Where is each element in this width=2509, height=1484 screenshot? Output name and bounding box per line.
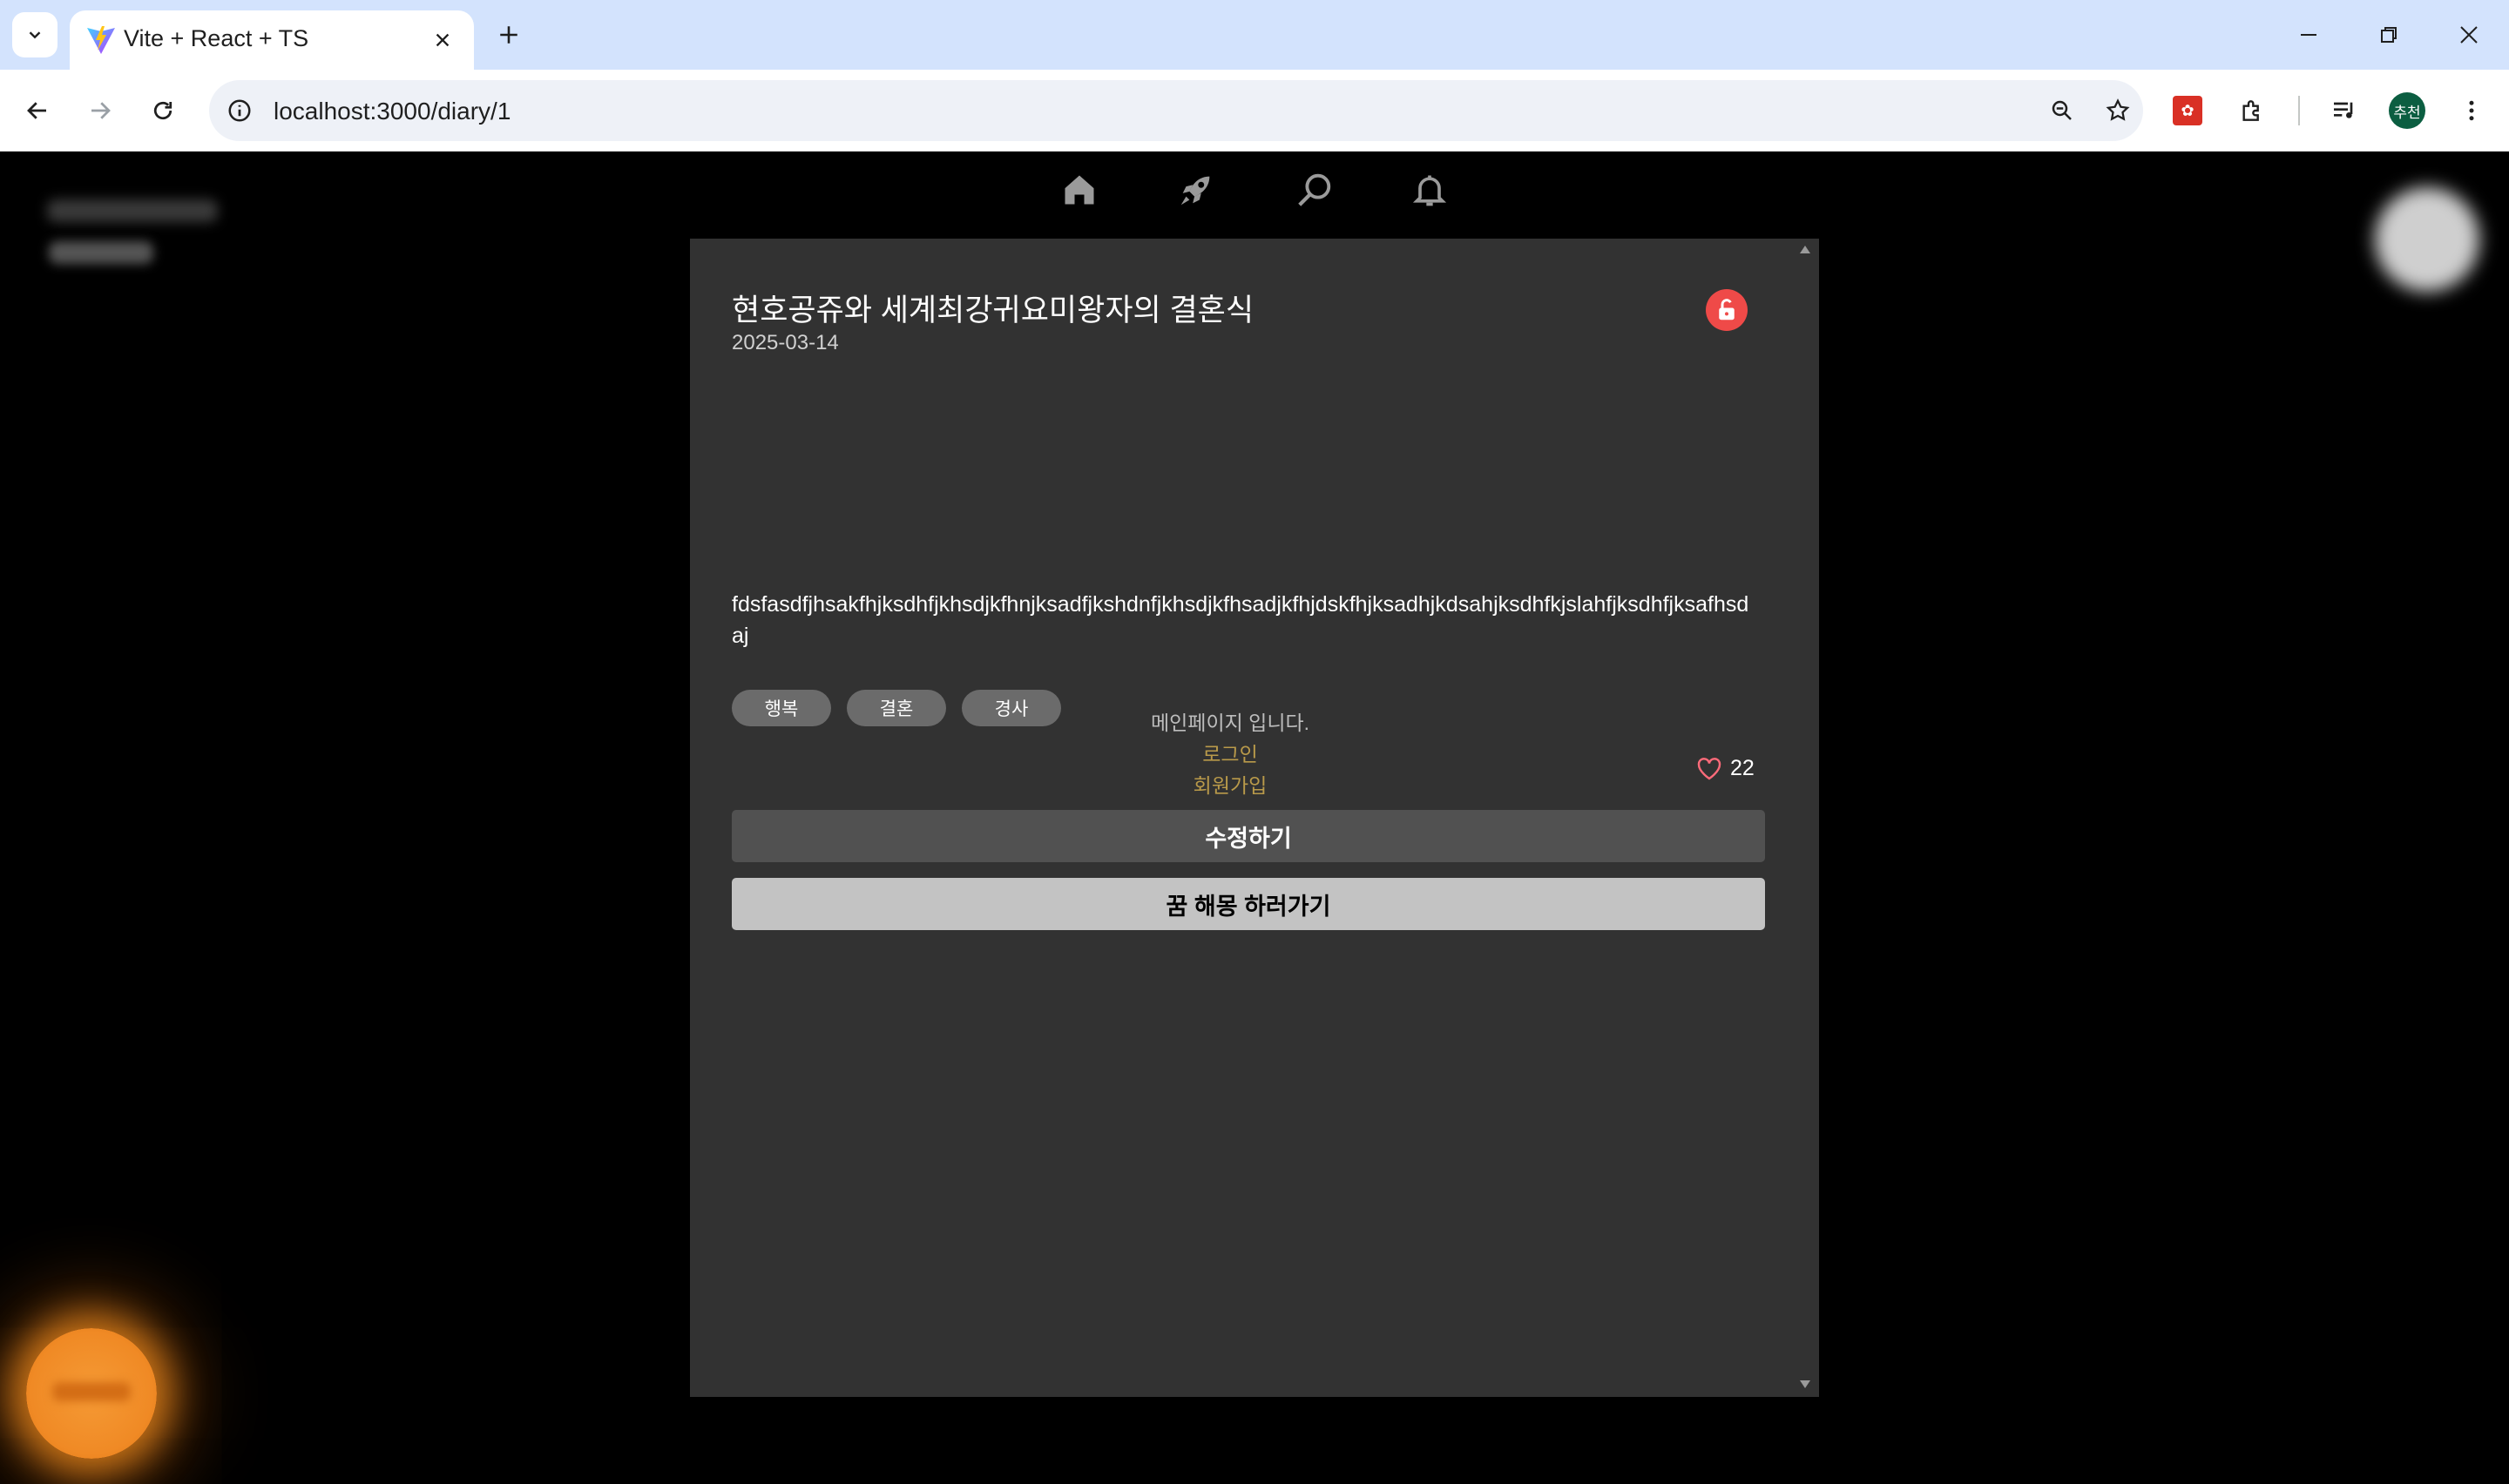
lock-toggle-button[interactable] (1706, 289, 1748, 331)
extensions-puzzle-icon[interactable] (2232, 91, 2272, 131)
menu-intro-text: 메인페이지 입니다. (1150, 712, 1310, 734)
orb-label (52, 1382, 131, 1401)
glowing-orb-button[interactable] (26, 1328, 157, 1459)
more-vertical-icon (2469, 100, 2474, 121)
extension-icon[interactable]: ✿ (2167, 91, 2208, 131)
unlock-icon (1719, 299, 1735, 320)
scroll-up-arrow-icon[interactable] (1798, 244, 1812, 256)
rocket-icon[interactable] (1174, 168, 1218, 212)
vite-logo-icon (87, 26, 115, 54)
new-tab-button[interactable] (490, 16, 528, 54)
edit-button[interactable]: 수정하기 (732, 810, 1765, 862)
profile-avatar[interactable]: 추천 (2387, 91, 2427, 131)
blurred-avatar[interactable] (2375, 187, 2479, 292)
profile-initials: 추천 (2389, 92, 2425, 129)
blurred-user-subtitle (49, 241, 153, 264)
site-info-icon[interactable] (221, 92, 258, 129)
minimize-button[interactable] (2291, 17, 2326, 52)
forward-button[interactable] (80, 91, 120, 131)
tag-list: 행복 결혼 경사 (732, 690, 1061, 726)
restore-icon (2381, 27, 2397, 43)
zoom-icon[interactable] (2044, 92, 2080, 129)
diary-title: 현호공쥬와 세계최강귀요미왕자의 결혼식 (732, 293, 1254, 327)
diary-content: fdsfasdfjhsakfhjksdhfjkhsdjkfhnjksadfjks… (732, 592, 1749, 648)
arrow-right-icon (91, 102, 111, 119)
like-button[interactable]: 22 (1695, 755, 1755, 781)
restore-button[interactable] (2371, 17, 2406, 52)
url-text[interactable]: localhost:3000/diary/1 (274, 98, 511, 125)
dream-interpretation-button[interactable]: 꿈 해몽 하러가기 (732, 878, 1765, 930)
blurred-user-name (47, 199, 218, 222)
tag-chip[interactable]: 결혼 (847, 690, 946, 726)
address-bar[interactable]: localhost:3000/diary/1 (209, 80, 2143, 141)
tag-chip[interactable]: 행복 (732, 690, 831, 726)
home-icon[interactable] (1058, 168, 1101, 212)
top-navigation (1044, 161, 1447, 219)
bookmark-star-icon[interactable] (2100, 92, 2136, 129)
close-icon (2460, 26, 2478, 44)
browser-tab-active[interactable]: Vite + React + TS (70, 10, 474, 70)
like-count: 22 (1730, 755, 1755, 780)
back-button[interactable] (17, 91, 57, 131)
background-menu: 메인페이지 입니다. 로그인 회원가입 (1126, 707, 1335, 801)
close-window-button[interactable] (2452, 17, 2486, 52)
toolbar-separator (2298, 96, 2300, 125)
heart-icon (1697, 758, 1721, 780)
chevron-down-icon (29, 31, 41, 39)
tab-search-button[interactable] (12, 12, 57, 57)
browser-toolbar: localhost:3000/diary/1 ✿ 추천 (0, 70, 2509, 152)
reload-button[interactable] (143, 91, 183, 131)
page-viewport: 현호공쥬와 세계최강귀요미왕자의 결혼식 2025-03-14 fdsfasdf… (0, 152, 2509, 1484)
browser-menu-button[interactable] (2452, 91, 2492, 131)
signup-link[interactable]: 회원가입 (1126, 770, 1335, 801)
media-control-icon[interactable] (2324, 91, 2364, 131)
login-link[interactable]: 로그인 (1126, 739, 1335, 770)
diary-detail-modal: 현호공쥬와 세계최강귀요미왕자의 결혼식 2025-03-14 fdsfasdf… (690, 239, 1819, 1397)
tag-chip[interactable]: 경사 (962, 690, 1061, 726)
close-icon (436, 33, 450, 47)
plus-icon (500, 26, 517, 44)
browser-tab-bar: Vite + React + TS (0, 0, 2509, 70)
search-icon[interactable] (1293, 168, 1336, 212)
reload-icon (153, 101, 172, 120)
tab-title: Vite + React + TS (124, 25, 309, 51)
scroll-down-arrow-icon[interactable] (1798, 1378, 1812, 1390)
extension-badge-icon: ✿ (2173, 96, 2202, 125)
minimize-icon (2301, 34, 2316, 36)
diary-date: 2025-03-14 (732, 331, 839, 354)
tab-close-button[interactable] (427, 24, 458, 56)
bell-icon[interactable] (1408, 168, 1451, 212)
arrow-left-icon (27, 102, 46, 119)
